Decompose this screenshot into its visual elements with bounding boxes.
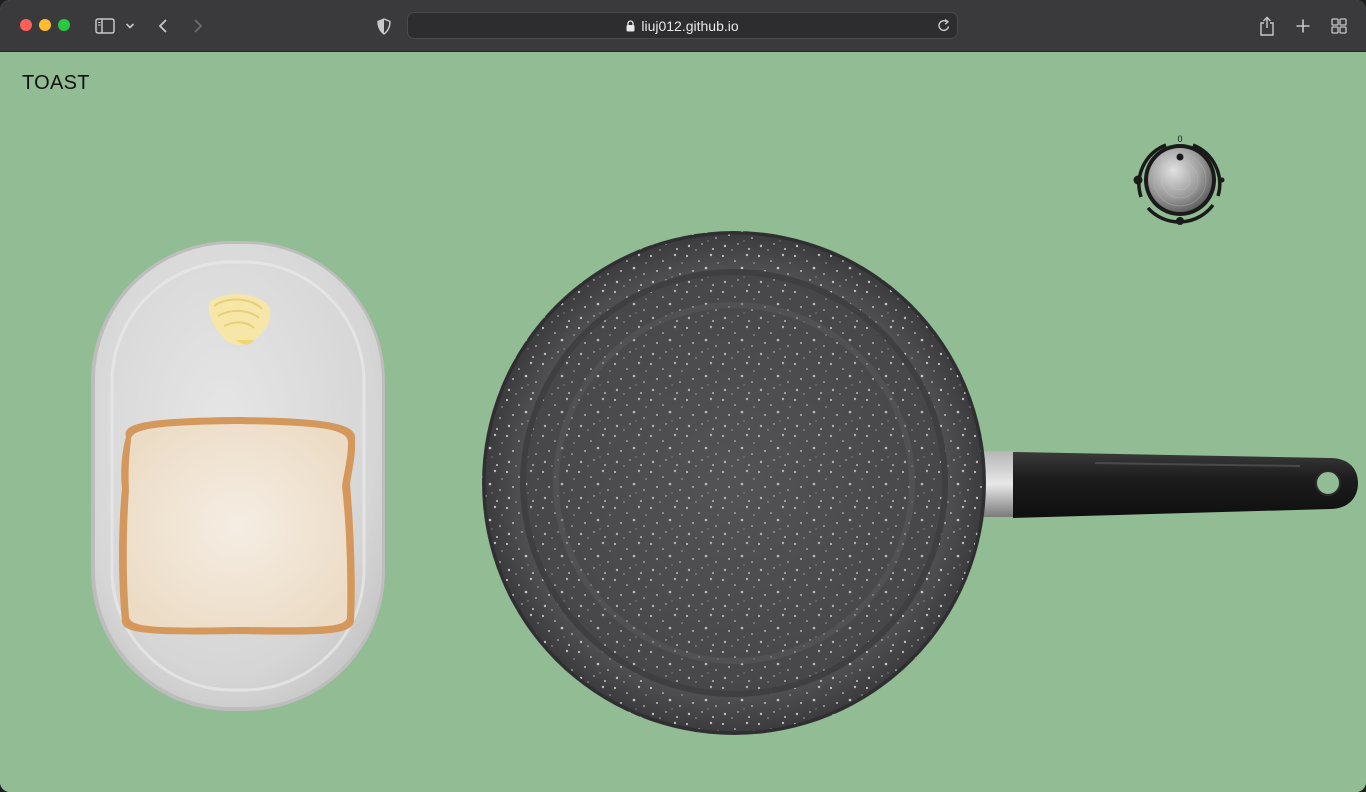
reload-icon[interactable] [937, 17, 951, 36]
bread-slice[interactable] [119, 417, 356, 635]
zoom-window-button[interactable] [58, 19, 70, 31]
chevron-right-icon[interactable] [191, 14, 205, 38]
minimize-window-button[interactable] [39, 19, 51, 31]
frying-pan[interactable] [482, 231, 986, 735]
tab-grid-icon[interactable] [1330, 14, 1348, 38]
shield-icon[interactable] [375, 14, 393, 38]
browser-window: liuj012.github.io TOAST 0 [0, 0, 1366, 792]
share-icon[interactable] [1258, 14, 1276, 38]
page-content: TOAST 0 [0, 52, 1366, 792]
lock-icon [626, 19, 635, 32]
address-bar[interactable]: liuj012.github.io [407, 12, 958, 39]
pan-handle[interactable] [975, 451, 1358, 518]
url-text: liuj012.github.io [641, 17, 739, 34]
sidebar-icon[interactable] [94, 14, 116, 38]
knob-label: 0 [1177, 134, 1182, 144]
kitchen-scene: 0 [91, 134, 1358, 735]
plus-icon[interactable] [1294, 14, 1312, 38]
stove-knob[interactable]: 0 [1133, 134, 1225, 225]
chevron-left-icon[interactable] [156, 14, 170, 38]
close-window-button[interactable] [20, 19, 32, 31]
browser-toolbar: liuj012.github.io [0, 0, 1366, 52]
chevron-down-icon[interactable] [124, 14, 136, 38]
